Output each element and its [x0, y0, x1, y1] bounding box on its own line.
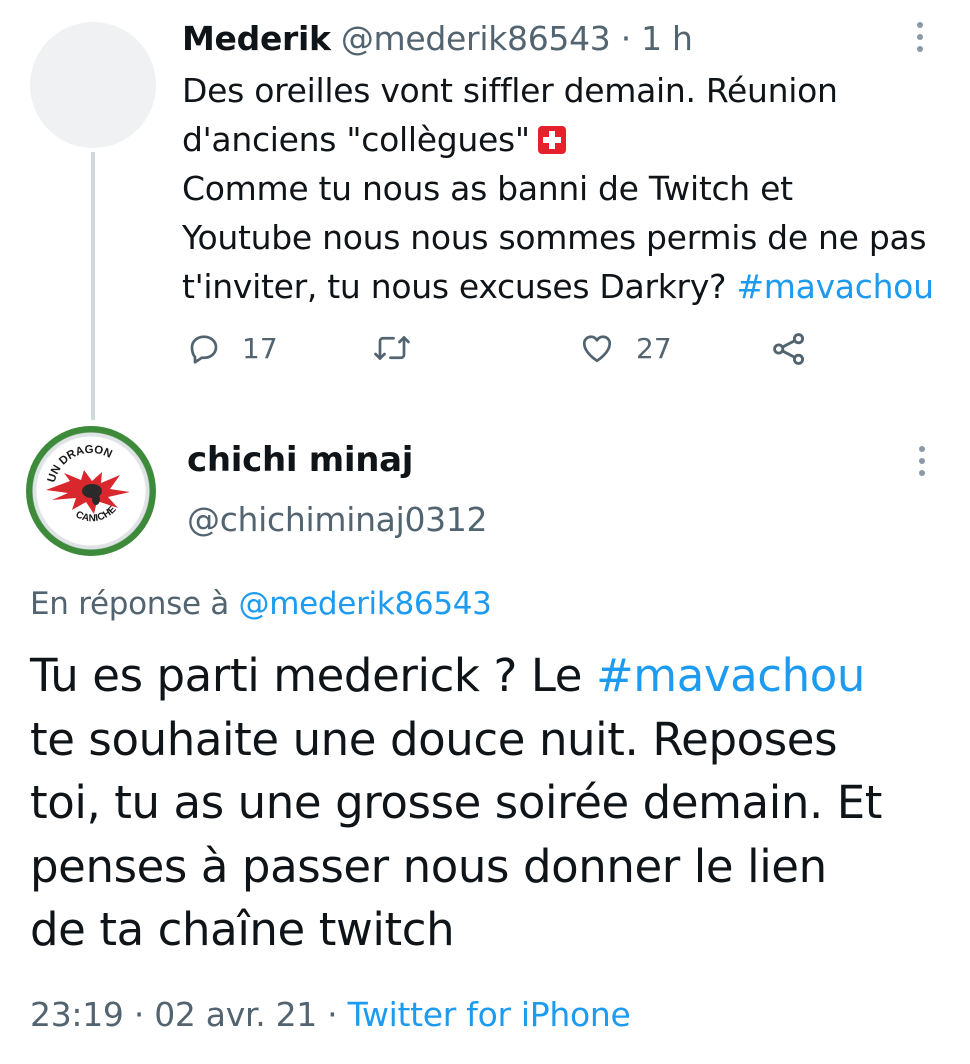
more-options-icon[interactable]	[912, 446, 932, 480]
source-link[interactable]: Twitter for iPhone	[348, 995, 631, 1034]
swiss-flag-icon	[537, 126, 566, 154]
tweet-text-line: Tu es parti mederick ? Le #mavachou	[30, 644, 950, 708]
author-name[interactable]: chichi minaj	[187, 440, 413, 480]
like-button[interactable]: 27	[578, 330, 672, 366]
reply-count: 17	[242, 331, 278, 365]
mention-link[interactable]: @mederik86543	[239, 586, 492, 622]
share-button[interactable]	[770, 330, 808, 368]
tweet-text-line: toi, tu as une grosse soirée demain. Et	[30, 776, 883, 829]
share-icon	[773, 333, 805, 365]
reply-context: En réponse à @mederik86543	[30, 586, 492, 622]
tweet-date[interactable]: 02 avr. 21	[154, 995, 317, 1034]
tweet-time[interactable]: 23:19	[30, 995, 124, 1034]
retweet-button[interactable]	[372, 330, 412, 366]
thread-connector-line	[91, 152, 95, 420]
avatar[interactable]	[30, 22, 156, 148]
dragon-canine-logo: UN DRAGON CANICHE	[46, 444, 130, 524]
separator: ·	[327, 995, 338, 1034]
tweet-text-fragment: Tu es parti mederick ? Le	[30, 649, 596, 702]
tweet-text: Tu es parti mederick ? Le #mavachou te s…	[30, 644, 950, 962]
reply-button[interactable]: 17	[186, 330, 278, 366]
hashtag-link[interactable]: #mavachou	[736, 267, 934, 306]
heart-icon	[582, 335, 612, 363]
tweet-text-line: Youtube nous nous sommes permis de ne pa…	[182, 218, 927, 257]
tweet-text-line: penses à passer nous donner le lien	[30, 839, 827, 893]
avatar[interactable]: UN DRAGON CANICHE	[26, 426, 156, 556]
separator: ·	[133, 995, 145, 1034]
tweet-text-line: Comme tu nous as banni de Twitch et	[182, 169, 793, 208]
tweet-time[interactable]: 1 h	[641, 19, 693, 58]
logo-text-top: UN DRAGON	[46, 444, 114, 484]
tweet-text-line: d'anciens "collègues"	[182, 115, 952, 164]
hashtag-link[interactable]: #mavachou	[596, 649, 865, 702]
tweet-header: Mederik @mederik86543 · 1 h	[182, 18, 693, 60]
tweet-text-line: te souhaite une douce nuit. Reposes	[30, 712, 838, 766]
author-handle[interactable]: @chichiminaj0312	[187, 500, 488, 539]
author-name[interactable]: Mederik	[182, 19, 331, 58]
tweet-text-line: Des oreilles vont siffler demain. Réunio…	[182, 71, 838, 110]
tweet-text: Des oreilles vont siffler demain. Réunio…	[182, 66, 952, 311]
logo-text-bottom: CANICHE	[74, 504, 119, 524]
tweet-text-line: t'inviter, tu nous excuses Darkry? #mava…	[182, 262, 952, 311]
separator: ·	[620, 19, 632, 58]
more-options-icon[interactable]	[910, 22, 930, 56]
reply-context-prefix: En réponse à	[30, 586, 239, 622]
author-handle[interactable]: @mederik86543	[341, 19, 611, 58]
retweet-icon	[374, 336, 410, 360]
tweet-text-fragment: t'inviter, tu nous excuses Darkry?	[182, 267, 737, 306]
like-count: 27	[636, 331, 672, 365]
tweet-text-fragment: d'anciens "collègues"	[182, 120, 530, 159]
reply-icon	[190, 335, 218, 364]
tweet-text-line: de ta chaîne twitch	[30, 903, 455, 956]
tweet-metadata: 23:19 · 02 avr. 21 · Twitter for iPhone	[30, 995, 631, 1034]
